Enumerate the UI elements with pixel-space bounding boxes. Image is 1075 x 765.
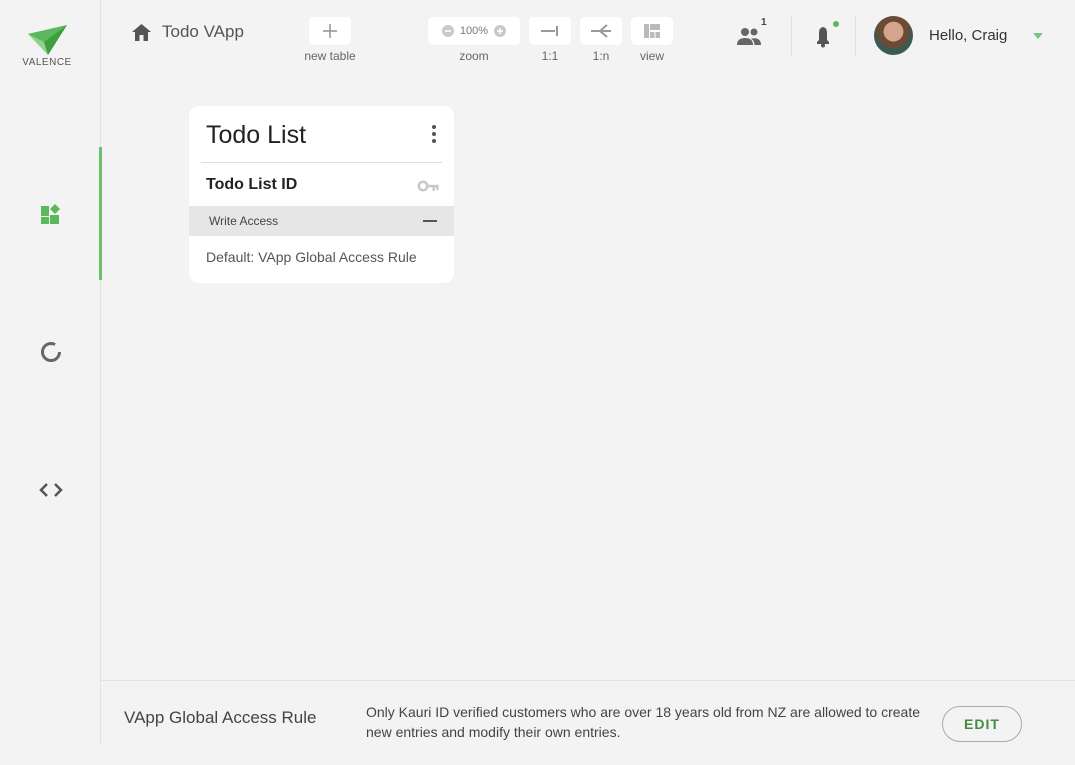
view-button[interactable]: [631, 17, 673, 45]
sidebar-item-code[interactable]: [0, 423, 101, 556]
logo-text: VALENCE: [22, 57, 72, 68]
more-vertical-icon[interactable]: [432, 125, 436, 143]
table-title: Todo List: [206, 121, 307, 149]
avatar[interactable]: [874, 16, 913, 55]
write-access-header[interactable]: Write Access: [189, 206, 454, 236]
logo-plane-icon: [28, 25, 67, 55]
valence-logo[interactable]: VALENCE: [22, 22, 72, 68]
header-divider: [855, 16, 856, 56]
one-to-many-tool: 1:n: [580, 17, 622, 63]
code-icon: [38, 482, 63, 497]
sidebar-item-progress[interactable]: [0, 285, 101, 418]
home-icon[interactable]: [131, 23, 152, 42]
sidebar: VALENCE: [0, 0, 102, 744]
dashboard-icon: [40, 203, 60, 224]
view-label: view: [639, 49, 664, 63]
header-divider: [791, 16, 792, 56]
collapse-icon[interactable]: [423, 220, 437, 222]
key-icon: [417, 180, 439, 192]
one-to-one-label: 1:1: [541, 49, 559, 63]
view-tool: view: [631, 17, 673, 63]
people-icon: [737, 28, 761, 45]
notifications-button[interactable]: [813, 20, 839, 53]
one-to-many-relation-icon: [591, 24, 611, 38]
new-table-label: new table: [304, 49, 356, 63]
loading-icon: [40, 341, 61, 362]
new-table-tool: new table: [301, 17, 359, 63]
breadcrumb: Todo VApp: [131, 22, 244, 42]
edit-button[interactable]: EDIT: [942, 706, 1022, 742]
access-rule-description: Only Kauri ID verified customers who are…: [366, 704, 921, 740]
zoom-out-icon[interactable]: [441, 25, 454, 37]
access-rule-title: VApp Global Access Rule: [124, 708, 317, 727]
zoom-value: 100%: [459, 25, 489, 37]
card-divider: [201, 162, 442, 163]
chevron-down-icon[interactable]: [1033, 33, 1043, 39]
zoom-label: zoom: [459, 49, 489, 63]
zoom-in-icon[interactable]: [494, 25, 507, 37]
one-to-many-label: 1:n: [592, 49, 610, 63]
one-to-one-button[interactable]: [529, 17, 571, 45]
field-name[interactable]: Todo List ID: [206, 176, 297, 194]
layout-view-icon: [644, 24, 660, 38]
write-access-label: Write Access: [209, 214, 279, 228]
user-greeting[interactable]: Hello, Craig: [929, 27, 1007, 44]
one-to-one-relation-icon: [541, 26, 558, 36]
collaborators-count-badge: 1: [761, 17, 767, 28]
zoom-tool: 100% zoom: [428, 17, 520, 63]
one-to-many-button[interactable]: [580, 17, 622, 45]
app-title: Todo VApp: [162, 22, 244, 41]
one-to-one-tool: 1:1: [529, 17, 571, 63]
sidebar-item-tables[interactable]: [0, 147, 102, 280]
global-access-rule-panel: VApp Global Access Rule Only Kauri ID ve…: [101, 680, 1075, 765]
plus-icon: [323, 24, 337, 38]
access-rule-text: Default: VApp Global Access Rule: [206, 249, 417, 265]
collaborators-button[interactable]: [736, 26, 762, 51]
bell-icon: [817, 21, 839, 48]
table-card[interactable]: Todo List Todo List ID Write Access Defa…: [189, 106, 454, 283]
new-table-button[interactable]: [309, 17, 351, 45]
zoom-control: 100%: [428, 17, 520, 45]
